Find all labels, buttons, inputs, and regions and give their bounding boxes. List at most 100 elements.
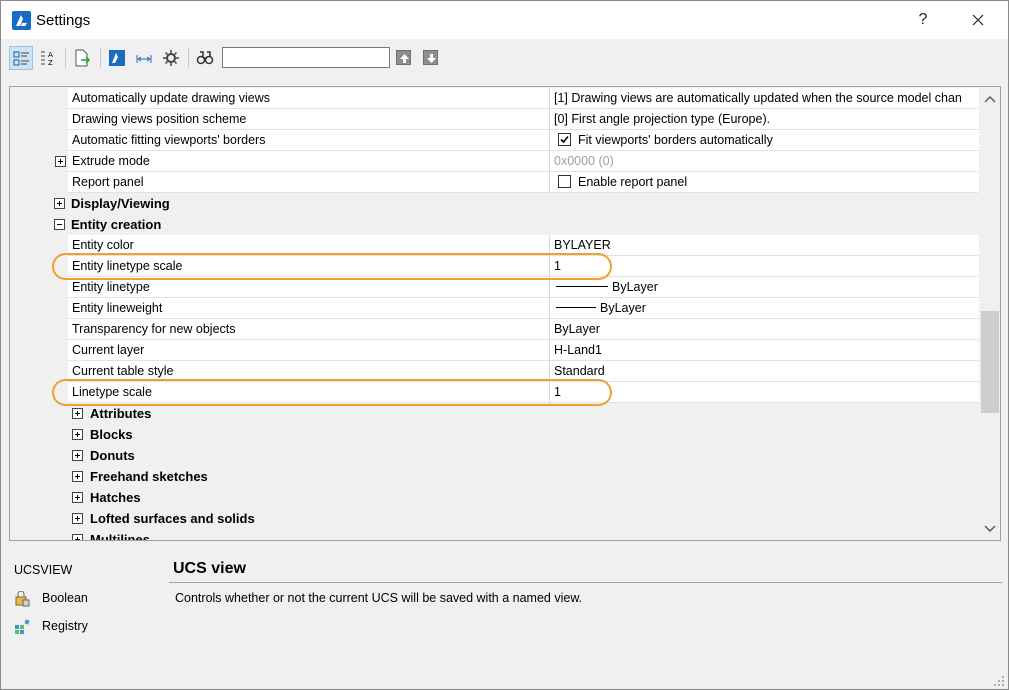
property-value: ByLayer (600, 301, 646, 315)
property-value: Fit viewports' borders automatically (578, 133, 773, 147)
gear-icon (163, 50, 179, 66)
property-name: Extrude mode (72, 154, 150, 168)
scrollbar-thumb[interactable] (981, 311, 999, 413)
property-name: Automatically update drawing views (72, 91, 271, 105)
property-value: H-Land1 (554, 343, 602, 357)
property-value-cell[interactable]: Fit viewports' borders automatically (549, 130, 979, 151)
property-value: [0] First angle projection type (Europe)… (554, 112, 771, 126)
property-value: Standard (554, 364, 605, 378)
property-value: ByLayer (612, 280, 658, 294)
highlight-linetype-scale (52, 379, 612, 406)
category-name: Entity creation (71, 217, 162, 232)
property-value: ByLayer (554, 322, 600, 336)
property-value-cell[interactable]: [0] First angle projection type (Europe)… (549, 109, 979, 130)
property-row[interactable]: Transparency for new objects ByLayer (10, 319, 979, 340)
expand-icon[interactable] (55, 156, 66, 167)
highlight-entity-linetype-scale (52, 253, 612, 280)
property-value: 0x0000 (0) (554, 154, 614, 168)
property-name: Entity lineweight (72, 301, 163, 315)
close-button[interactable] (963, 7, 993, 33)
expand-icon[interactable] (72, 450, 83, 461)
category-name: Donuts (90, 448, 135, 463)
find-next-button[interactable] (423, 50, 438, 65)
property-value-cell[interactable]: 0x0000 (0) (549, 151, 979, 172)
property-value-cell[interactable]: ByLayer (549, 277, 979, 298)
category-row[interactable]: Donuts (10, 445, 978, 466)
category-name: Hatches (90, 490, 141, 505)
app-logo-icon (12, 11, 31, 30)
property-value: BYLAYER (554, 238, 611, 252)
property-value-cell[interactable]: ByLayer (549, 319, 979, 340)
property-row[interactable]: Extrude mode 0x0000 (0) (10, 151, 979, 172)
expand-icon[interactable] (72, 429, 83, 440)
lineweight-sample (556, 307, 596, 308)
property-row[interactable]: Entity lineweight ByLayer (10, 298, 979, 319)
title-bar: Settings ? (1, 1, 1008, 39)
expand-icon[interactable] (72, 492, 83, 503)
property-value-cell[interactable]: 1 (549, 256, 979, 277)
description-title: UCS view (173, 560, 246, 577)
expand-icon[interactable] (72, 408, 83, 419)
category-row[interactable]: Freehand sketches (10, 466, 978, 487)
toolbar-separator (188, 48, 189, 68)
find-previous-button[interactable] (396, 50, 411, 65)
property-value-cell[interactable]: ByLayer (549, 298, 979, 319)
category-row[interactable]: Blocks (10, 424, 978, 445)
categorized-view-button[interactable] (9, 46, 33, 70)
app-logo-icon (109, 50, 125, 66)
chevron-down-icon (984, 525, 996, 532)
category-name: Freehand sketches (90, 469, 208, 484)
property-name: Drawing views position scheme (72, 112, 247, 126)
property-name: Current layer (72, 343, 145, 357)
description-text: Controls whether or not the current UCS … (175, 591, 583, 605)
svg-text:Z: Z (48, 59, 53, 67)
property-row[interactable]: Report panel Enable report panel (10, 172, 979, 193)
property-value-cell[interactable]: Standard (549, 361, 979, 382)
property-value-cell[interactable]: Enable report panel (549, 172, 979, 193)
find-button[interactable] (193, 46, 217, 70)
property-value-cell[interactable]: H-Land1 (549, 340, 979, 361)
property-row[interactable]: Automatically update drawing views [1] Dr… (10, 88, 979, 109)
chevron-up-icon (984, 96, 996, 103)
arrow-up-icon (400, 54, 409, 63)
export-icon (75, 49, 91, 67)
description-divider (169, 582, 1002, 583)
alphabetical-view-button[interactable]: AZ (36, 46, 60, 70)
expand-icon[interactable] (72, 513, 83, 524)
category-row[interactable]: Lofted surfaces and solids (10, 508, 978, 529)
help-button[interactable]: ? (908, 7, 938, 33)
export-button[interactable] (70, 46, 94, 70)
property-row[interactable]: Automatic fitting viewports' borders Fit … (10, 130, 979, 151)
category-row[interactable]: Attributes (10, 403, 978, 424)
property-value-cell[interactable]: BYLAYER (549, 235, 979, 256)
property-row[interactable]: Current layer H-Land1 (10, 340, 979, 361)
dimension-icon (136, 55, 152, 63)
scroll-down-button[interactable] (979, 519, 1000, 539)
gear-settings-button[interactable] (159, 46, 183, 70)
expand-icon[interactable] (72, 534, 83, 540)
vertical-scrollbar[interactable] (979, 87, 1000, 540)
scroll-up-button[interactable] (979, 89, 1000, 109)
category-row[interactable]: Multilines (10, 529, 978, 541)
property-row[interactable]: Entity linetype ByLayer (10, 277, 979, 298)
property-value-cell[interactable]: [1] Drawing views are automatically upda… (549, 88, 979, 109)
category-name: Lofted surfaces and solids (90, 511, 255, 526)
resize-grip-icon[interactable] (993, 675, 1005, 687)
category-row[interactable]: Hatches (10, 487, 978, 508)
dimension-button[interactable] (132, 46, 156, 70)
property-value-cell[interactable]: 1 (549, 382, 979, 403)
property-checkbox[interactable] (558, 133, 571, 146)
checkmark-icon (560, 135, 569, 144)
app-settings-button[interactable] (105, 46, 129, 70)
property-row[interactable]: Drawing views position scheme [0] First a… (10, 109, 979, 130)
category-row[interactable]: Display/Viewing (10, 193, 978, 214)
collapse-icon[interactable] (54, 219, 65, 230)
window-title: Settings (36, 12, 91, 29)
expand-icon[interactable] (72, 471, 83, 482)
property-name: Transparency for new objects (72, 322, 236, 336)
category-row[interactable]: Entity creation (10, 214, 978, 235)
property-checkbox[interactable] (558, 175, 571, 188)
expand-icon[interactable] (54, 198, 65, 209)
category-name: Multilines (90, 532, 150, 541)
search-input[interactable] (222, 47, 390, 68)
